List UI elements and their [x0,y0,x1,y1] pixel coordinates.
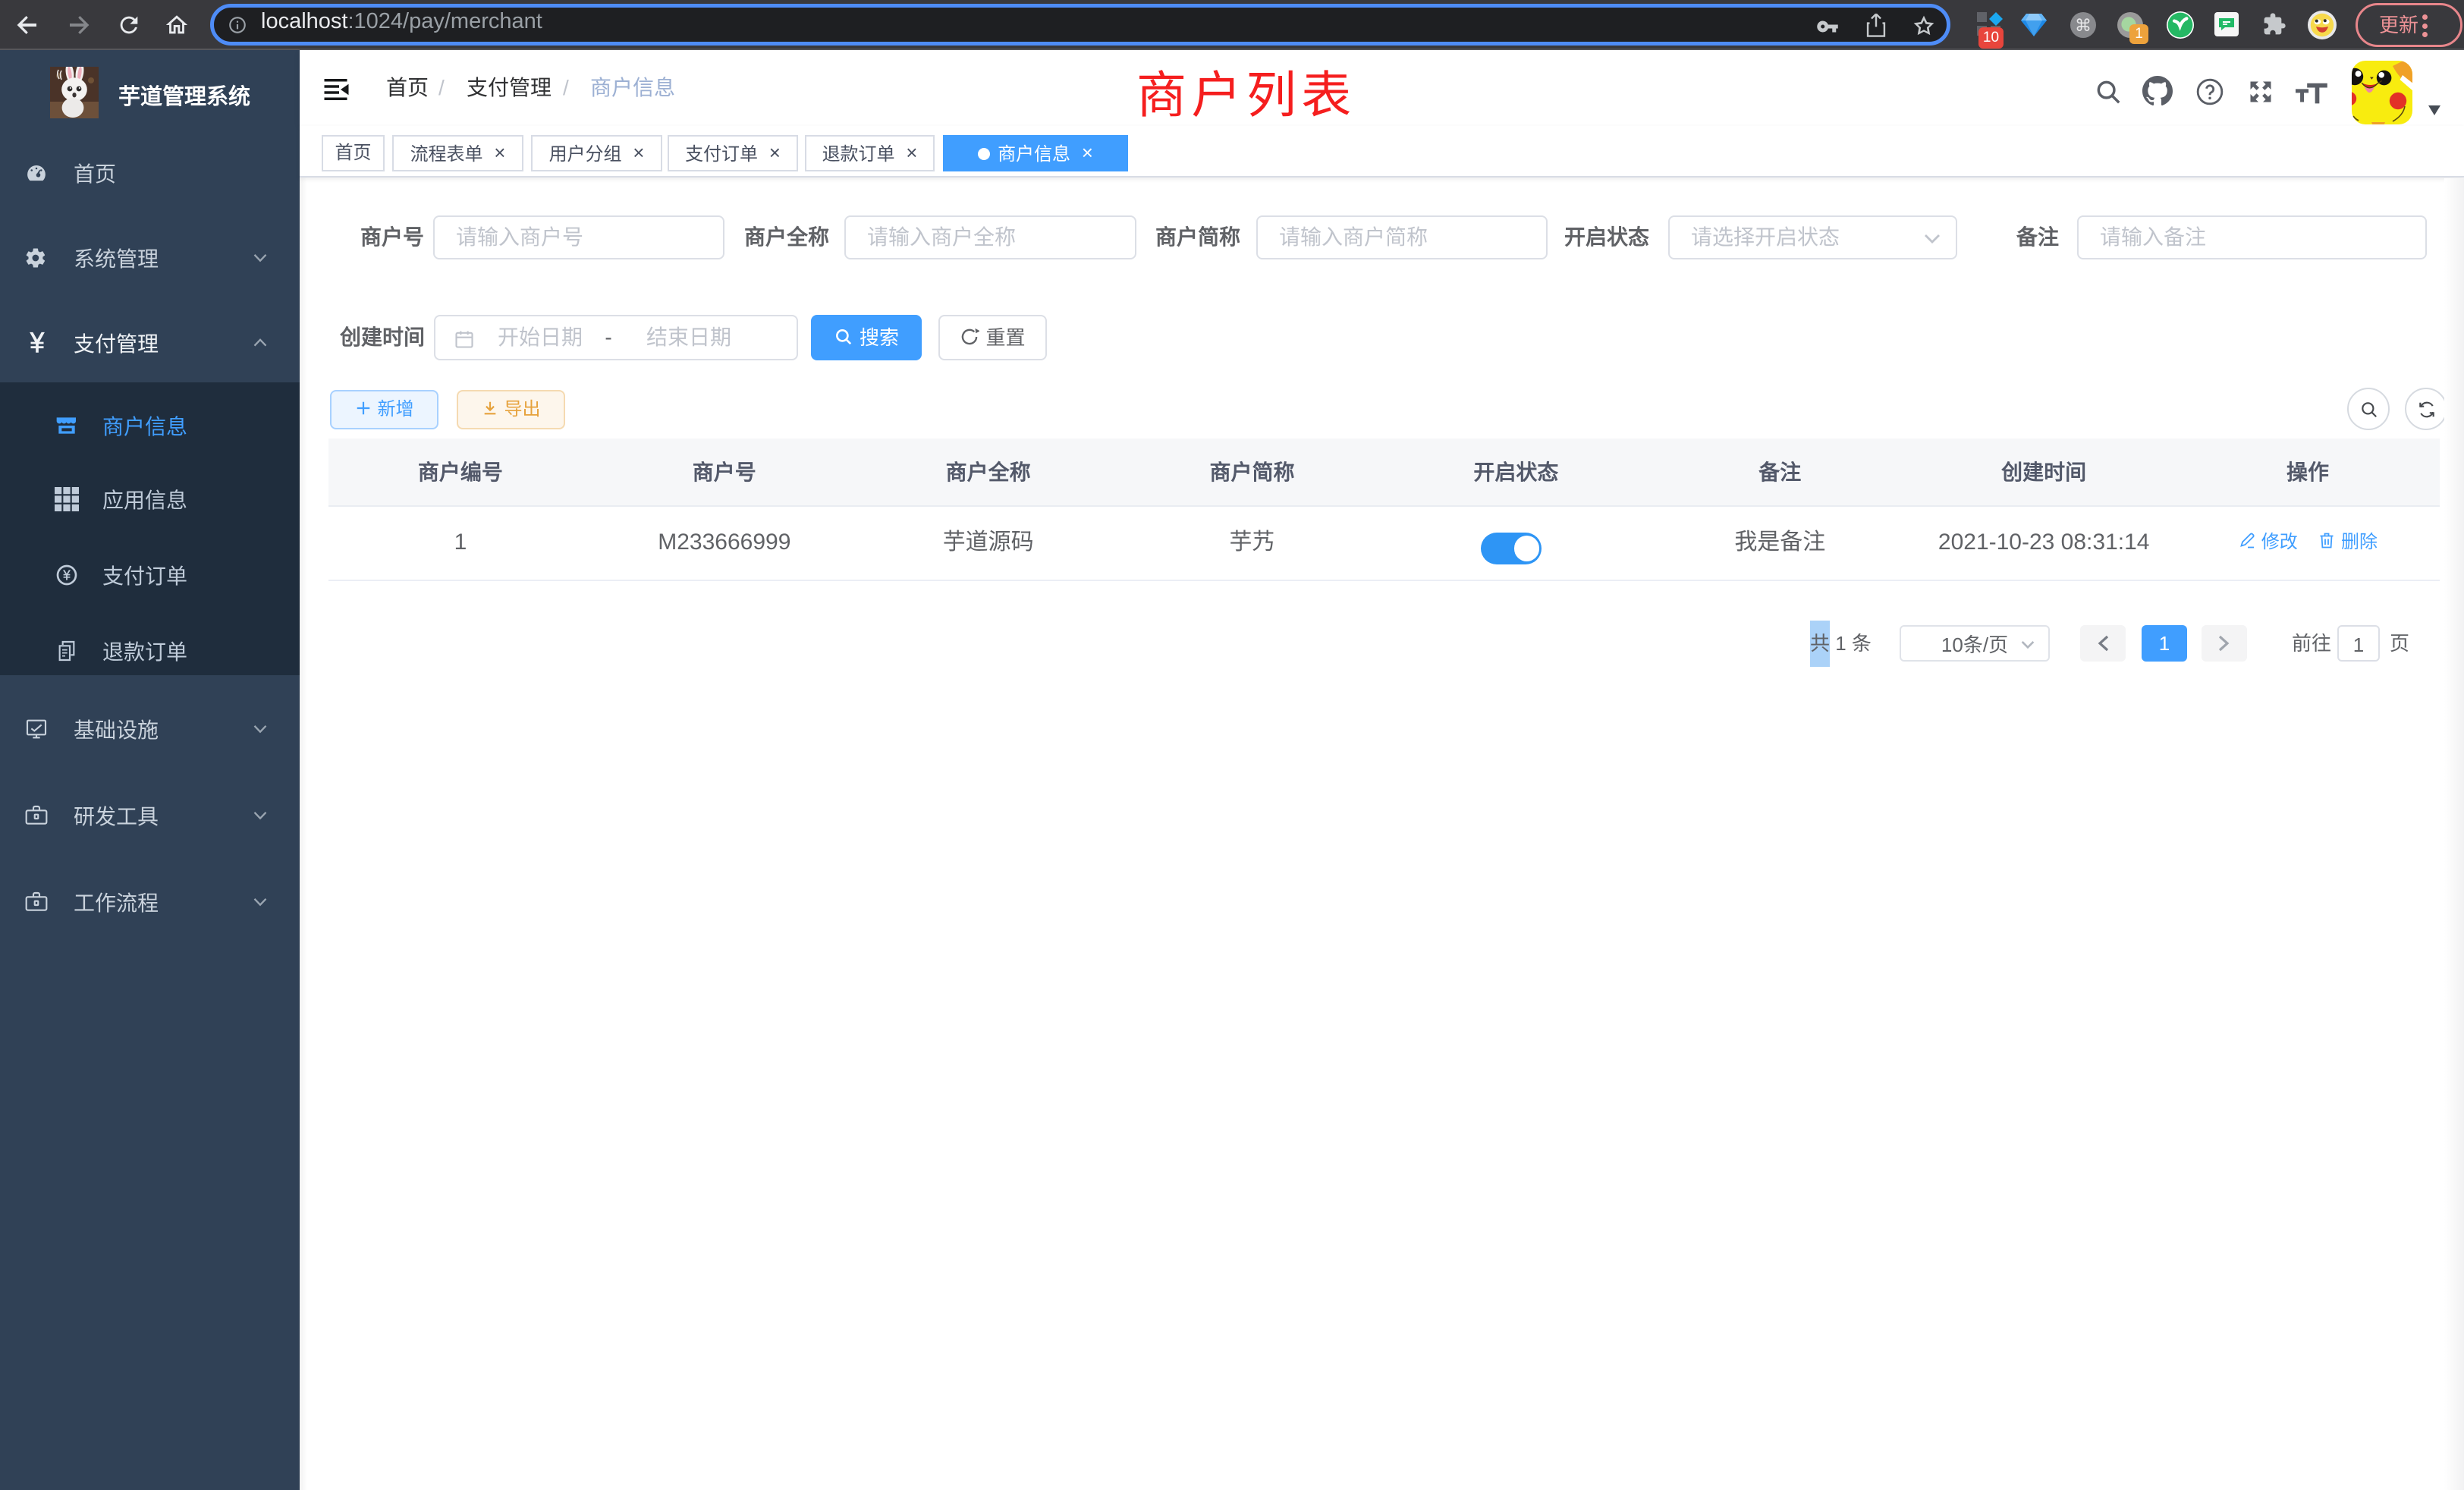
svg-text:⌘: ⌘ [2075,16,2092,35]
